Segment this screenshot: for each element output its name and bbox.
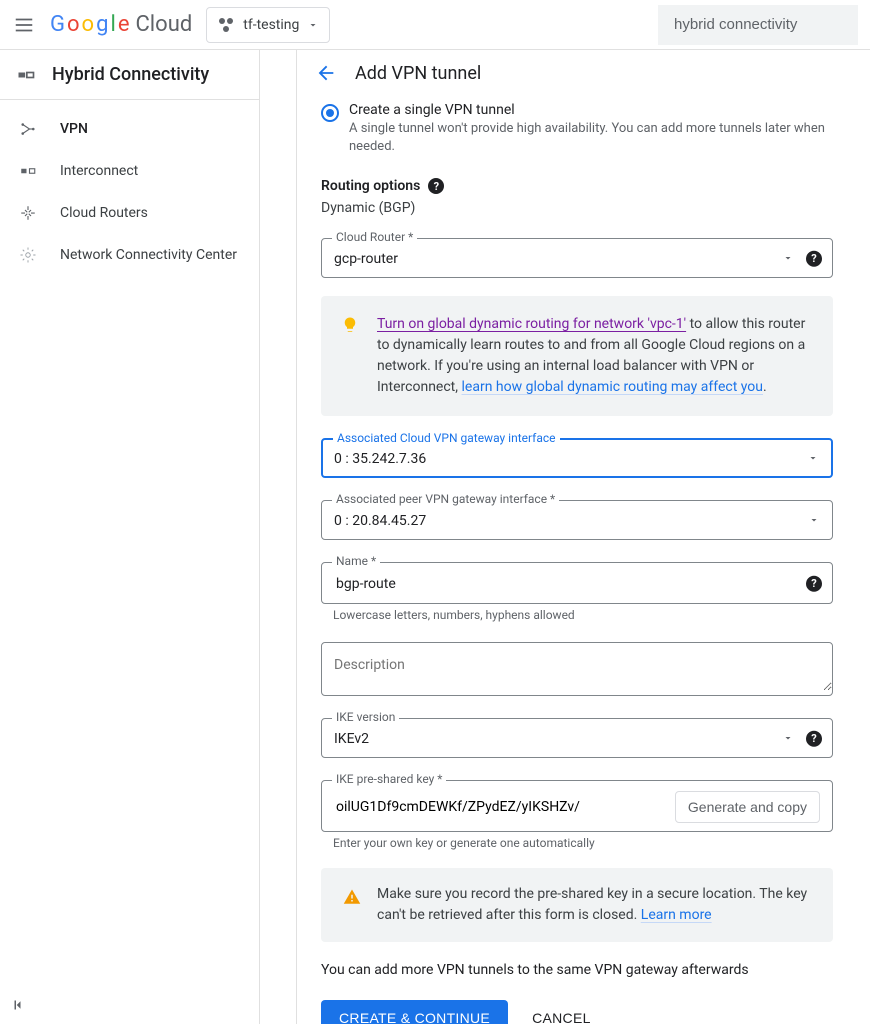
project-icon bbox=[217, 16, 235, 34]
routing-value: Dynamic (BGP) bbox=[321, 200, 833, 216]
section-title: Hybrid Connectivity bbox=[0, 50, 259, 100]
preshared-key-warning: Make sure you record the pre-shared key … bbox=[321, 868, 833, 942]
learn-more-link[interactable]: Learn more bbox=[641, 907, 712, 923]
learn-dynamic-routing-link[interactable]: learn how global dynamic routing may aff… bbox=[462, 379, 764, 395]
sidebar-item-label: Interconnect bbox=[60, 163, 138, 179]
chevron-down-icon bbox=[307, 19, 319, 31]
global-routing-link[interactable]: Turn on global dynamic routing for netwo… bbox=[377, 316, 686, 332]
cloud-routers-icon bbox=[18, 203, 38, 223]
ncc-icon bbox=[18, 245, 38, 265]
peer-gateway-interface-select[interactable]: Associated peer VPN gateway interface * … bbox=[321, 500, 833, 540]
project-name: tf-testing bbox=[243, 17, 299, 33]
sidebar-item-ncc[interactable]: Network Connectivity Center bbox=[0, 234, 259, 276]
ike-key-input[interactable] bbox=[334, 798, 667, 816]
cancel-button[interactable]: CANCEL bbox=[526, 1009, 597, 1024]
routing-help-icon[interactable]: ? bbox=[428, 178, 444, 194]
name-helper: Lowercase letters, numbers, hyphens allo… bbox=[321, 608, 833, 622]
warning-icon bbox=[343, 888, 361, 906]
main: Add VPN tunnel Create a single VPN tunne… bbox=[260, 50, 870, 1024]
sidebar-item-label: VPN bbox=[60, 121, 88, 137]
search-input[interactable] bbox=[658, 5, 858, 45]
vpn-icon bbox=[18, 119, 38, 139]
hybrid-connectivity-icon bbox=[16, 65, 36, 85]
description-field[interactable] bbox=[321, 642, 833, 696]
sidebar-item-cloud-routers[interactable]: Cloud Routers bbox=[0, 192, 259, 234]
radio-label: Create a single VPN tunnel bbox=[349, 102, 833, 118]
single-tunnel-radio[interactable] bbox=[321, 104, 339, 122]
description-input[interactable] bbox=[322, 643, 832, 691]
cloud-gateway-interface-select[interactable]: Associated Cloud VPN gateway interface 0… bbox=[321, 438, 833, 478]
cloud-router-select[interactable]: Cloud Router * gcp-router ? bbox=[321, 238, 833, 278]
ike-version-select[interactable]: IKE version IKEv2 ? bbox=[321, 718, 833, 758]
interconnect-icon bbox=[18, 161, 38, 181]
sidebar-item-vpn[interactable]: VPN bbox=[0, 108, 259, 150]
cloud-router-help-icon[interactable]: ? bbox=[806, 251, 822, 267]
routing-options-label: Routing options bbox=[321, 178, 420, 194]
create-continue-button[interactable]: CREATE & CONTINUE bbox=[321, 1000, 508, 1024]
routing-tip: Turn on global dynamic routing for netwo… bbox=[321, 296, 833, 416]
menu-icon[interactable] bbox=[12, 13, 36, 37]
back-arrow-icon[interactable] bbox=[309, 62, 337, 84]
collapse-sidebar-icon[interactable] bbox=[10, 996, 28, 1014]
more-tunnels-text: You can add more VPN tunnels to the same… bbox=[321, 962, 833, 978]
project-picker[interactable]: tf-testing bbox=[206, 7, 330, 43]
ike-key-helper: Enter your own key or generate one autom… bbox=[321, 836, 833, 850]
name-help-icon[interactable]: ? bbox=[806, 576, 822, 592]
name-input[interactable] bbox=[334, 575, 820, 593]
generate-copy-button[interactable]: Generate and copy bbox=[675, 791, 820, 823]
lightbulb-icon bbox=[341, 316, 359, 334]
ike-key-field[interactable]: IKE pre-shared key * Generate and copy bbox=[321, 780, 833, 832]
ike-version-help-icon[interactable]: ? bbox=[806, 731, 822, 747]
google-cloud-logo[interactable]: Google Cloud bbox=[50, 12, 192, 37]
page-title: Add VPN tunnel bbox=[355, 63, 481, 84]
radio-help: A single tunnel won't provide high avail… bbox=[349, 120, 833, 156]
sidebar-item-interconnect[interactable]: Interconnect bbox=[0, 150, 259, 192]
sidebar-item-label: Network Connectivity Center bbox=[60, 247, 237, 263]
name-field[interactable]: Name * ? bbox=[321, 562, 833, 604]
sidebar: Hybrid Connectivity VPN Interconnect Clo… bbox=[0, 50, 260, 1024]
sidebar-item-label: Cloud Routers bbox=[60, 205, 148, 221]
top-bar: Google Cloud tf-testing bbox=[0, 0, 870, 50]
